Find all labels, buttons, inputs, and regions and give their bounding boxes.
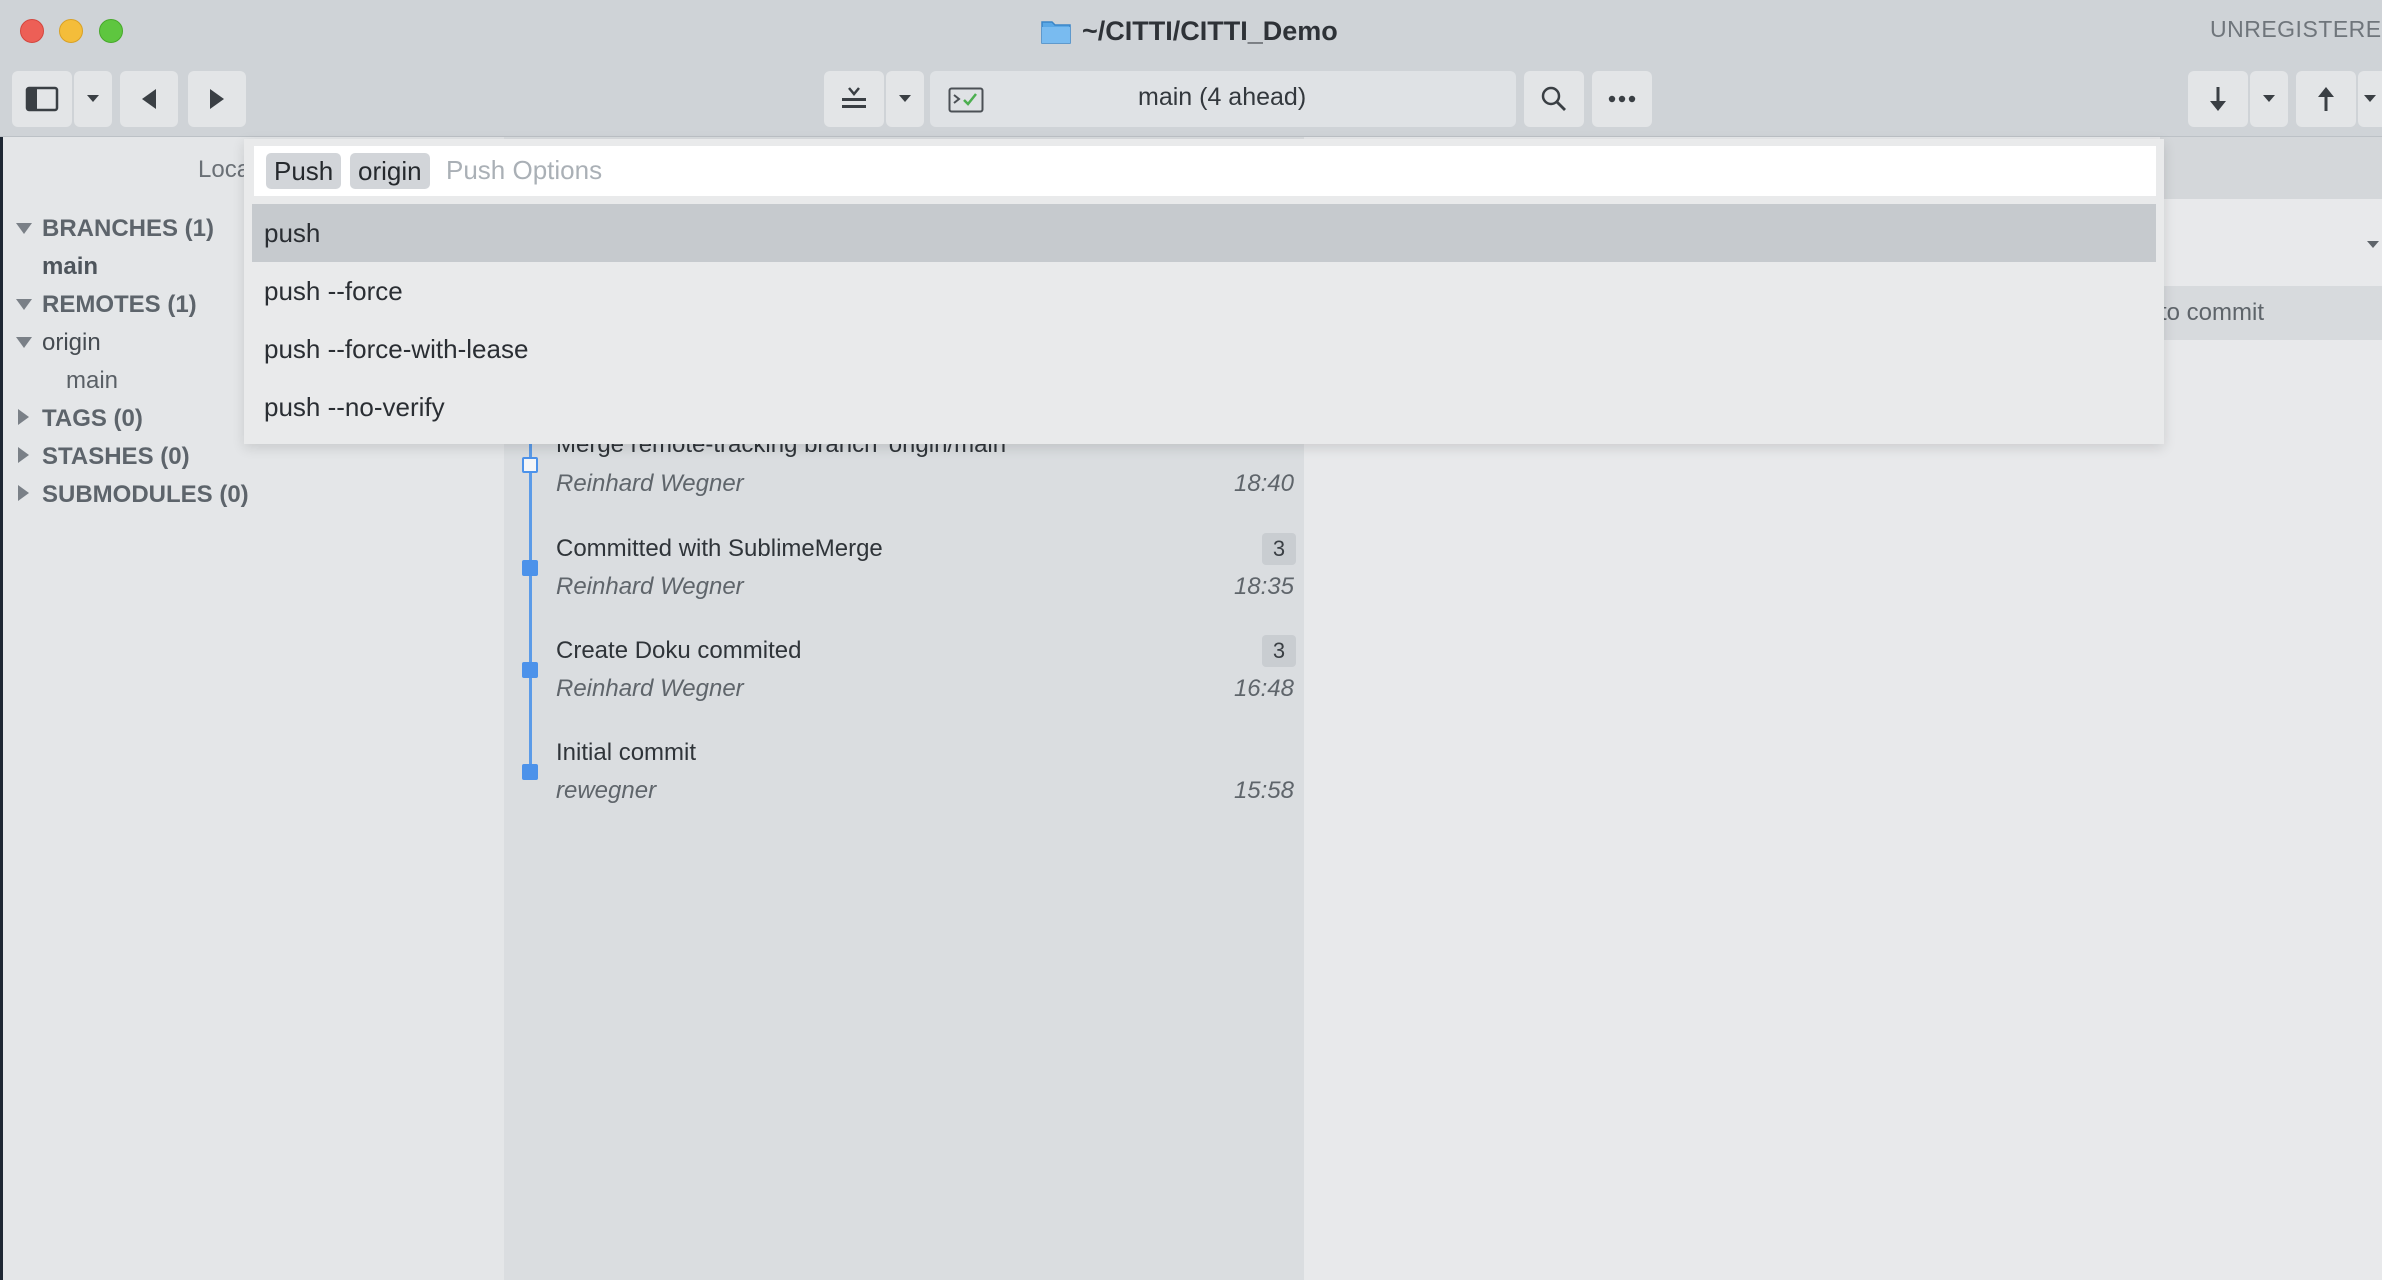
pull-dropdown-button[interactable] bbox=[2250, 71, 2288, 127]
sidebar-item-origin-main[interactable]: main bbox=[66, 367, 118, 395]
close-window-button[interactable] bbox=[20, 19, 44, 43]
terminal-check-icon bbox=[948, 87, 984, 113]
chevron-down-icon bbox=[2263, 95, 2275, 102]
sidebar-section-tags[interactable]: TAGS (0) bbox=[42, 405, 143, 433]
arrow-right-icon bbox=[210, 89, 224, 109]
commit-node bbox=[522, 662, 538, 678]
sidebar-section-remotes[interactable]: REMOTES (1) bbox=[42, 291, 197, 319]
detail-header bbox=[2160, 137, 2382, 199]
commit-node-merge bbox=[522, 457, 538, 473]
collapse-triangle-icon[interactable] bbox=[18, 485, 29, 501]
pull-button[interactable] bbox=[2188, 71, 2248, 127]
command-palette-placeholder: Push Options bbox=[446, 155, 603, 185]
collapse-triangle-icon[interactable] bbox=[18, 409, 29, 425]
sidebar-icon bbox=[25, 86, 59, 112]
expand-triangle-icon[interactable] bbox=[16, 223, 32, 234]
commit-message[interactable]: Create Doku commited bbox=[556, 637, 801, 665]
stash-button[interactable] bbox=[824, 71, 884, 127]
palette-option-push-force[interactable]: push --force bbox=[252, 262, 2156, 320]
search-icon bbox=[1541, 86, 1566, 111]
window-title: ~/CITTI/CITTI_Demo bbox=[1040, 12, 1338, 50]
unregistered-label: UNREGISTERED bbox=[2210, 16, 2382, 42]
command-token-push[interactable]: Push bbox=[266, 153, 342, 189]
arrow-up-icon bbox=[2318, 87, 2334, 111]
commit-author: Reinhard Wegner bbox=[556, 573, 744, 600]
commit-author: Reinhard Wegner bbox=[556, 675, 744, 702]
expand-triangle-icon[interactable] bbox=[16, 337, 32, 348]
sidebar-item-branch-main[interactable]: main bbox=[42, 253, 98, 281]
palette-option-push[interactable]: push bbox=[252, 204, 2156, 262]
commit-time: 18:40 bbox=[1233, 470, 1294, 497]
commit-node bbox=[522, 764, 538, 780]
maximize-window-button[interactable] bbox=[99, 19, 123, 43]
arrow-left-icon bbox=[142, 89, 156, 109]
sidebar-section-submodules[interactable]: SUBMODULES (0) bbox=[42, 481, 249, 509]
palette-option-push-no-verify[interactable]: push --no-verify bbox=[252, 378, 2156, 436]
commit-message[interactable]: Committed with SublimeMerge bbox=[556, 535, 883, 563]
commit-author: Reinhard Wegner bbox=[556, 470, 744, 497]
stash-icon bbox=[842, 87, 866, 108]
commit-author: rewegner bbox=[556, 777, 657, 804]
sidebar-location-label[interactable]: Loca bbox=[198, 156, 250, 184]
commit-file-count-badge: 3 bbox=[1262, 635, 1296, 667]
expand-triangle-icon[interactable] bbox=[16, 299, 32, 310]
branch-status-label: main (4 ahead) bbox=[1138, 83, 1307, 111]
toggle-sidebar-button[interactable] bbox=[12, 71, 72, 127]
back-button[interactable] bbox=[120, 71, 178, 127]
search-button[interactable] bbox=[1524, 71, 1584, 127]
commit-time: 15:58 bbox=[1233, 777, 1294, 804]
sidebar-section-stashes[interactable]: STASHES (0) bbox=[42, 443, 190, 471]
chevron-down-icon bbox=[899, 95, 911, 102]
sidebar-item-remote-origin[interactable]: origin bbox=[42, 329, 101, 357]
folder-icon bbox=[1041, 21, 1071, 44]
to-commit-label: to commit bbox=[2160, 299, 2265, 326]
commit-time: 18:35 bbox=[1233, 573, 1294, 600]
chevron-down-icon bbox=[87, 95, 99, 102]
command-token-origin[interactable]: origin bbox=[350, 153, 430, 189]
more-actions-button[interactable] bbox=[1592, 71, 1652, 127]
commit-message[interactable]: Initial commit bbox=[556, 739, 696, 767]
palette-option-push-force-with-lease[interactable]: push --force-with-lease bbox=[252, 320, 2156, 378]
commit-node bbox=[522, 560, 538, 576]
sidebar-dropdown-button[interactable] bbox=[74, 71, 112, 127]
push-button[interactable] bbox=[2296, 71, 2356, 127]
push-dropdown-button[interactable] bbox=[2358, 71, 2382, 127]
stash-dropdown-button[interactable] bbox=[886, 71, 924, 127]
window-title-text: ~/CITTI/CITTI_Demo bbox=[1082, 15, 1338, 46]
collapse-triangle-icon[interactable] bbox=[18, 447, 29, 463]
commit-time: 16:48 bbox=[1233, 675, 1294, 702]
chevron-down-icon[interactable] bbox=[2366, 240, 2380, 250]
forward-button[interactable] bbox=[188, 71, 246, 127]
chevron-down-icon bbox=[2364, 95, 2376, 102]
arrow-down-icon bbox=[2210, 87, 2226, 111]
more-dots-icon bbox=[1608, 95, 1636, 103]
minimize-window-button[interactable] bbox=[59, 19, 83, 43]
sidebar-section-branches[interactable]: BRANCHES (1) bbox=[42, 215, 214, 243]
commit-file-count-badge: 3 bbox=[1262, 533, 1296, 565]
